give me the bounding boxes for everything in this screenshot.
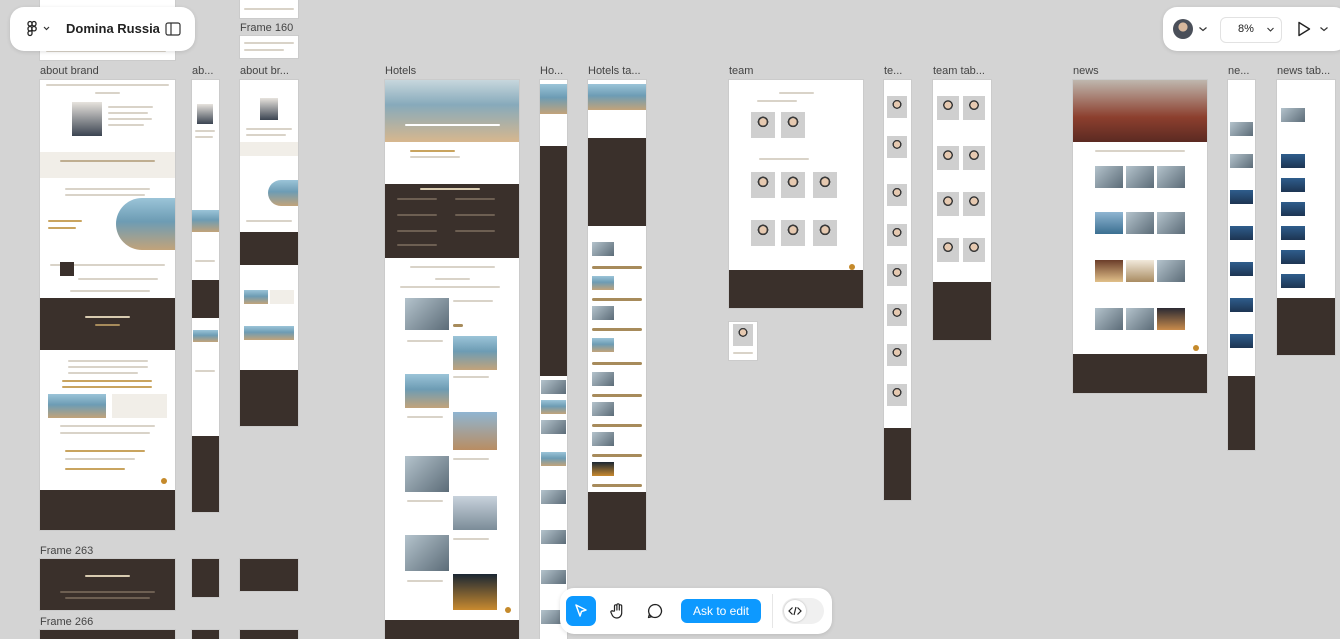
frame-label[interactable]: te... xyxy=(884,65,902,77)
frame-label[interactable]: ab... xyxy=(192,65,213,77)
frame-about-tablet[interactable] xyxy=(240,80,298,426)
ask-to-edit-button[interactable]: Ask to edit xyxy=(681,599,761,623)
present-play-icon[interactable] xyxy=(1295,20,1313,38)
frame-263[interactable] xyxy=(40,559,175,610)
chevron-down-icon[interactable] xyxy=(1197,23,1209,35)
team-member-card[interactable] xyxy=(729,322,757,360)
frame-hotels-tablet[interactable] xyxy=(588,80,646,550)
frame-about-brand[interactable] xyxy=(40,80,175,530)
frame-partial[interactable] xyxy=(240,0,298,18)
sidebar-toggle-icon[interactable] xyxy=(164,20,182,38)
file-title-panel: Domina Russia xyxy=(10,7,195,51)
frame-label[interactable]: Hotels xyxy=(385,65,416,77)
frame-label[interactable]: news xyxy=(1073,65,1099,77)
dev-mode-toggle[interactable] xyxy=(782,598,824,624)
frame-mobile-dark[interactable] xyxy=(192,559,219,597)
zoom-selector[interactable]: 8% xyxy=(1220,17,1282,43)
move-tool-icon[interactable] xyxy=(566,596,596,626)
frame-team-tablet[interactable] xyxy=(933,80,991,340)
dev-mode-icon xyxy=(784,600,806,622)
frame-label[interactable]: Hotels ta... xyxy=(588,65,641,77)
frame-label[interactable]: team tab... xyxy=(933,65,985,77)
frame-team[interactable] xyxy=(729,80,863,308)
bottom-toolbar: Ask to edit xyxy=(560,588,832,634)
figma-logo-icon[interactable] xyxy=(22,19,54,39)
frame-team-mobile[interactable] xyxy=(884,80,911,500)
zoom-level: 8% xyxy=(1238,23,1254,35)
frame-266[interactable] xyxy=(40,630,175,639)
comment-icon[interactable] xyxy=(640,596,670,626)
hand-tool-icon[interactable] xyxy=(603,596,633,626)
frame-mobile-dark[interactable] xyxy=(192,630,219,639)
frame-label[interactable]: Ho... xyxy=(540,65,563,77)
chevron-down-icon[interactable] xyxy=(1318,23,1330,35)
frame-hotels-mobile[interactable] xyxy=(540,80,567,639)
frame-tablet-dark[interactable] xyxy=(240,559,298,591)
frame-label[interactable]: Frame 266 xyxy=(40,616,93,628)
chevron-down-icon xyxy=(1266,26,1275,33)
frame-label[interactable]: about brand xyxy=(40,65,99,77)
avatar[interactable] xyxy=(1173,19,1193,39)
frame-hotels[interactable] xyxy=(385,80,519,639)
top-right-panel: 8% xyxy=(1163,7,1340,51)
frame-label[interactable]: ne... xyxy=(1228,65,1249,77)
frame-label[interactable]: team xyxy=(729,65,753,77)
frame-label[interactable]: news tab... xyxy=(1277,65,1330,77)
frame-label[interactable]: Frame 160 xyxy=(240,22,293,34)
frame-news-mobile[interactable] xyxy=(1228,80,1255,450)
frame-tablet-dark[interactable] xyxy=(240,630,298,639)
frame-160[interactable] xyxy=(240,36,298,58)
file-title[interactable]: Domina Russia xyxy=(66,21,160,36)
frame-about-mobile[interactable] xyxy=(192,80,219,512)
toolbar-divider xyxy=(772,594,773,628)
frame-label[interactable]: about br... xyxy=(240,65,289,77)
frame-news-tablet[interactable] xyxy=(1277,80,1335,355)
frame-news[interactable] xyxy=(1073,80,1207,393)
frame-label[interactable]: Frame 263 xyxy=(40,545,93,557)
